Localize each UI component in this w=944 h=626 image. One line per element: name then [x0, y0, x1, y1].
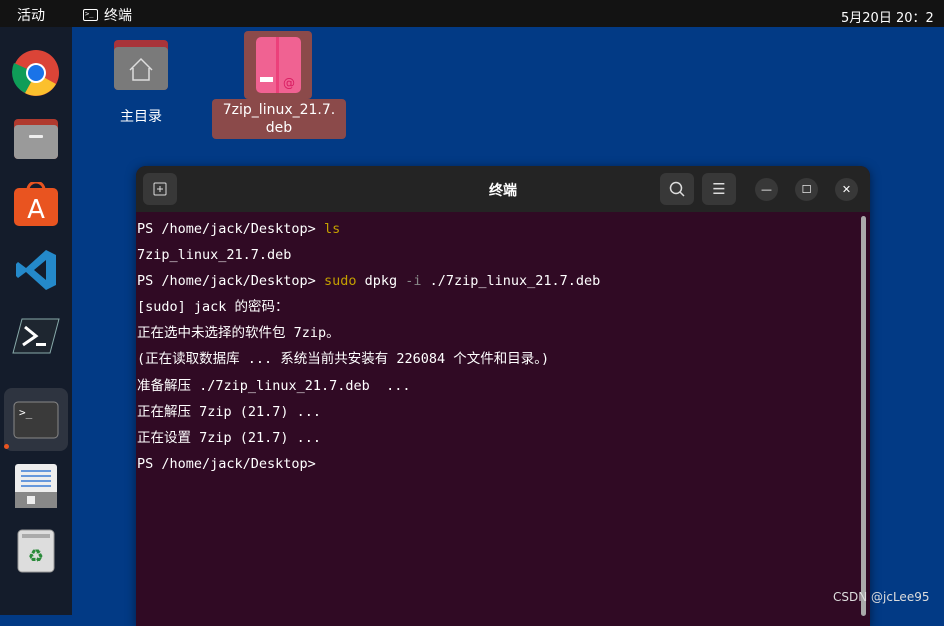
deb-file-label: 7zip_linux_21.7. deb: [212, 99, 346, 139]
terminal-line: 正在设置 7zip (21.7) ...: [137, 425, 870, 451]
app-menu[interactable]: >_ 终端: [83, 5, 132, 25]
command-args: dpkg: [356, 273, 405, 289]
command: sudo: [324, 273, 357, 289]
chrome-icon[interactable]: [12, 49, 60, 97]
app-center-icon[interactable]: A: [12, 181, 60, 229]
command-flag: -i: [405, 273, 421, 289]
maximize-button[interactable]: ☐: [795, 178, 818, 201]
terminal-line: 7zip_linux_21.7.deb: [137, 242, 870, 268]
svg-text:@: @: [283, 76, 295, 90]
terminal-line: [sudo] jack 的密码：: [137, 294, 870, 320]
svg-text:>_: >_: [19, 406, 33, 419]
svg-text:♻: ♻: [28, 546, 44, 567]
running-indicator: [4, 444, 9, 449]
prompt: PS /home/jack/Desktop>: [137, 273, 324, 289]
desktop-home-folder[interactable]: 主目录: [104, 38, 178, 126]
trash-icon[interactable]: ♻: [12, 527, 60, 575]
search-icon: [669, 181, 685, 197]
terminal-window[interactable]: 终端 ☰ — ☐ ✕ PS /home/jack/Desktop> ls 7zi…: [136, 166, 870, 626]
command-path: ./7zip_linux_21.7.deb: [422, 273, 601, 289]
activities-button[interactable]: 活动: [17, 5, 45, 25]
powershell-icon[interactable]: [12, 312, 60, 360]
home-folder-icon: [112, 38, 170, 92]
dock: A >_ ♻: [0, 27, 72, 615]
terminal-header: 终端 ☰ — ☐ ✕: [136, 166, 870, 212]
close-button[interactable]: ✕: [835, 178, 858, 201]
app-name: 终端: [104, 5, 132, 25]
terminal-line: PS /home/jack/Desktop> sudo dpkg -i ./7z…: [137, 268, 870, 294]
terminal-line: 正在选中未选择的软件包 7zip。: [137, 320, 870, 346]
deb-package-icon: @: [256, 37, 301, 93]
search-button[interactable]: [660, 173, 694, 205]
command: ls: [324, 221, 340, 237]
top-bar: 活动 >_ 终端 5月20日 20：2: [0, 0, 944, 27]
svg-text:A: A: [27, 195, 45, 225]
terminal-line: PS /home/jack/Desktop> ls: [137, 216, 870, 242]
clock[interactable]: 5月20日 20：2: [841, 7, 934, 26]
terminal-line: 准备解压 ./7zip_linux_21.7.deb ...: [137, 373, 870, 399]
prompt: PS /home/jack/Desktop>: [137, 221, 324, 237]
terminal-line: (正在读取数据库 ... 系统当前共安装有 226084 个文件和目录。): [137, 346, 870, 372]
watermark: CSDN @jcLee95: [833, 590, 929, 604]
home-folder-label: 主目录: [104, 106, 178, 126]
files-icon[interactable]: [12, 115, 60, 163]
terminal-icon: >_: [83, 9, 98, 21]
vscode-icon[interactable]: [12, 246, 60, 294]
terminal-line: 正在解压 7zip (21.7) ...: [137, 399, 870, 425]
menu-button[interactable]: ☰: [702, 173, 736, 205]
terminal-line: PS /home/jack/Desktop>: [137, 451, 870, 477]
scrollbar[interactable]: [861, 216, 866, 616]
terminal-output[interactable]: PS /home/jack/Desktop> ls 7zip_linux_21.…: [136, 212, 870, 477]
terminal-dock-icon[interactable]: >_: [4, 388, 68, 451]
hamburger-icon: ☰: [712, 180, 725, 198]
text-editor-icon[interactable]: [12, 462, 60, 510]
minimize-button[interactable]: —: [755, 178, 778, 201]
